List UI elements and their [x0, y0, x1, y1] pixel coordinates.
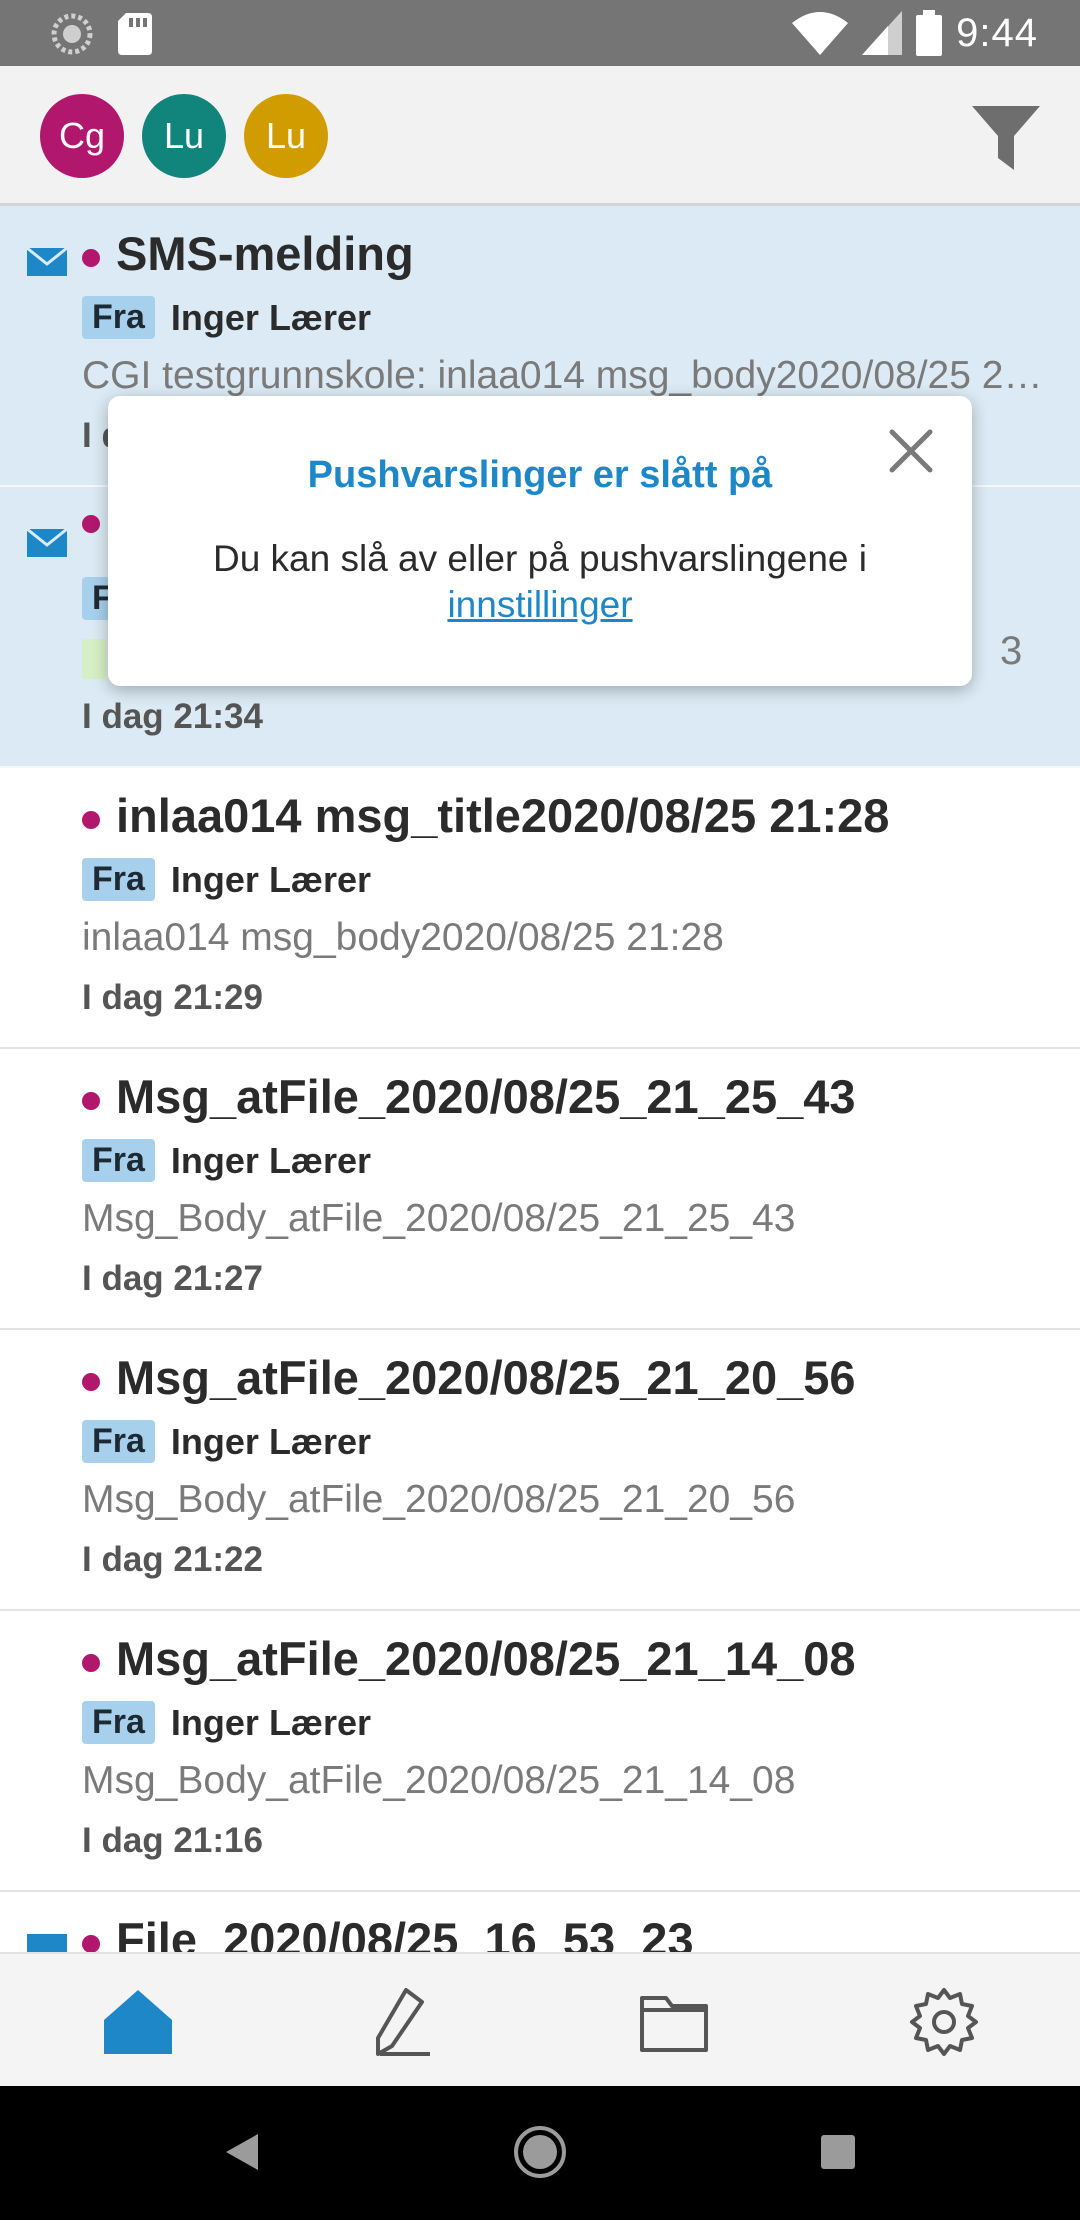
list-item[interactable]: inlaa014 msg_title2020/08/25 21:28 Fra I…	[0, 768, 1080, 1049]
filter-icon[interactable]	[970, 102, 1042, 174]
wifi-icon	[792, 12, 849, 55]
envelope-icon	[27, 529, 67, 557]
list-item[interactable]: File_2020/08/25_16_53_23	[0, 1892, 1080, 1952]
status-bar: 9:44	[0, 0, 1080, 66]
message-date: I dag 21:22	[82, 1540, 263, 1579]
sd-card-icon	[118, 13, 152, 55]
popup-text: Du kan slå av eller på pushvarslingene i…	[212, 538, 868, 625]
battery-icon	[916, 10, 943, 56]
unread-dot	[82, 810, 100, 829]
settings-icon[interactable]	[906, 1984, 982, 2060]
avatar[interactable]: Cg	[40, 94, 124, 178]
from-chip: Fra	[82, 1701, 155, 1744]
sync-icon	[51, 13, 93, 55]
list-item[interactable]: Msg_atFile_2020/08/25_21_25_43 Fra Inger…	[0, 1049, 1080, 1330]
message-date: I dag 21:27	[82, 1259, 263, 1298]
avatar[interactable]: Lu	[142, 94, 226, 178]
sender-name: Inger Lærer	[170, 296, 371, 338]
bottom-nav	[0, 1952, 1080, 2086]
sender-name: Inger Lærer	[170, 1701, 371, 1743]
push-notification-popup: Pushvarslinger er slått på Du kan slå av…	[108, 396, 972, 686]
from-chip: Fra	[82, 1420, 155, 1463]
folder-icon[interactable]	[636, 1984, 712, 2060]
avatar[interactable]: Lu	[244, 94, 328, 178]
sender-name: Inger Lærer	[170, 858, 371, 900]
unread-dot	[82, 248, 100, 267]
message-body: Msg_Body_atFile_2020/08/25_21_20_56	[82, 1478, 796, 1521]
home-icon[interactable]	[100, 1984, 176, 2060]
message-body: Msg_Body_atFile_2020/08/25_21_25_43	[82, 1197, 796, 1240]
message-date: I dag 21:29	[82, 978, 263, 1017]
message-title: inlaa014 msg_title2020/08/25 21:28	[116, 789, 890, 842]
message-body: CGI testgrunnskole: inlaa014 msg_body202…	[82, 354, 1062, 397]
list-item[interactable]: Msg_atFile_2020/08/25_21_20_56 Fra Inger…	[0, 1330, 1080, 1611]
sms-chip	[82, 639, 106, 679]
list-item[interactable]: Msg_atFile_2020/08/25_21_14_08 Fra Inger…	[0, 1611, 1080, 1892]
system-navigation-bar	[0, 2086, 1080, 2220]
from-chip: Fra	[82, 1139, 155, 1182]
avatar-list: Cg Lu Lu	[40, 94, 328, 178]
message-date: I dag 21:34	[82, 697, 263, 736]
message-body: inlaa014 msg_body2020/08/25 21:28	[82, 916, 724, 959]
message-title: Msg_atFile_2020/08/25_21_20_56	[116, 1351, 856, 1404]
envelope-icon	[27, 248, 67, 276]
sender-name: Inger Lærer	[170, 1420, 371, 1462]
cell-signal-icon	[862, 11, 903, 55]
message-title: Msg_atFile_2020/08/25_21_25_43	[116, 1070, 856, 1123]
message-body: 3	[1000, 629, 1023, 673]
compose-icon[interactable]	[366, 1984, 442, 2060]
settings-link[interactable]: innstillinger	[447, 584, 632, 625]
unread-dot	[82, 1372, 100, 1391]
message-body: Msg_Body_atFile_2020/08/25_21_14_08	[82, 1759, 796, 1802]
top-bar: Cg Lu Lu	[0, 66, 1080, 206]
home-button-icon[interactable]	[510, 2122, 570, 2182]
message-title: File_2020/08/25_16_53_23	[116, 1913, 694, 1952]
from-chip: Fra	[82, 858, 155, 901]
unread-dot	[82, 1091, 100, 1110]
message-title: SMS-melding	[116, 227, 414, 280]
file-icon	[27, 1934, 67, 1952]
unread-dot	[82, 515, 100, 533]
clock: 9:44	[956, 11, 1038, 55]
unread-dot	[82, 1934, 100, 1952]
message-title: Msg_atFile_2020/08/25_21_14_08	[116, 1632, 856, 1685]
popup-title: Pushvarslinger er slått på	[307, 454, 773, 496]
recents-icon[interactable]	[808, 2122, 868, 2182]
from-chip: Fra	[82, 296, 155, 339]
unread-dot	[82, 1653, 100, 1672]
message-date: I dag 21:16	[82, 1821, 263, 1860]
back-icon[interactable]	[214, 2122, 274, 2182]
sender-name: Inger Lærer	[170, 1139, 371, 1181]
